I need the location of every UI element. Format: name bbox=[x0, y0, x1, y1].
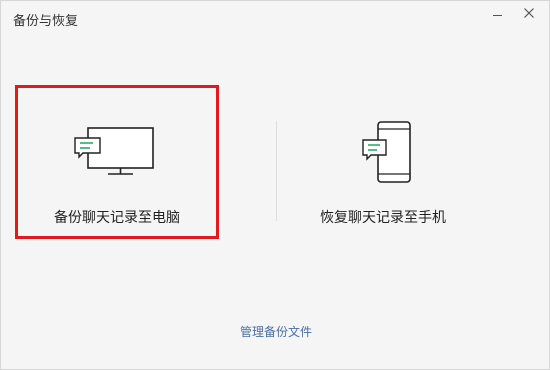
manage-backup-files-link[interactable]: 管理备份文件 bbox=[1, 323, 550, 340]
minimize-button[interactable] bbox=[487, 4, 509, 22]
close-icon bbox=[524, 8, 534, 18]
close-button[interactable] bbox=[518, 4, 540, 22]
phone-chat-icon bbox=[362, 121, 411, 183]
restore-to-phone-label: 恢复聊天记录至手机 bbox=[320, 210, 446, 226]
backup-to-computer-label: 备份聊天记录至电脑 bbox=[54, 210, 180, 226]
options-divider bbox=[276, 121, 277, 221]
window-title: 备份与恢复 bbox=[13, 14, 79, 29]
computer-chat-icon bbox=[74, 127, 154, 175]
backup-restore-window: 备份与恢复 备份聊天记录至电脑 恢复聊天记录至手机 管理备份文件 bbox=[0, 0, 550, 370]
backup-to-computer-option[interactable]: 备份聊天记录至电脑 bbox=[15, 85, 219, 239]
minimize-icon bbox=[493, 15, 502, 16]
restore-to-phone-option[interactable]: 恢复聊天记录至手机 bbox=[291, 85, 495, 239]
